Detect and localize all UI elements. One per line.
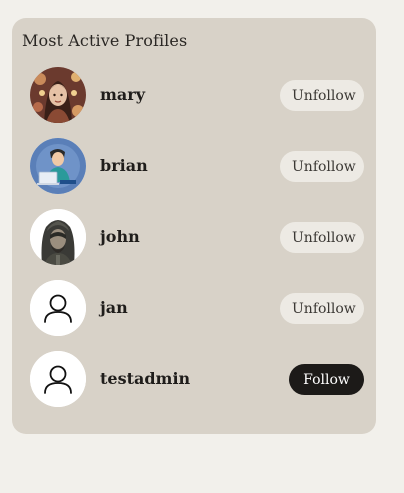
- profile-username[interactable]: brian: [100, 156, 148, 175]
- hooded-man-avatar[interactable]: [30, 209, 86, 265]
- profile-username[interactable]: john: [100, 227, 140, 246]
- profile-username[interactable]: jan: [100, 298, 128, 317]
- profile-row-jan: jan Unfollow: [30, 280, 364, 336]
- person-at-laptop-avatar[interactable]: [30, 138, 86, 194]
- profile-username[interactable]: testadmin: [100, 369, 190, 388]
- profile-row-testadmin: testadmin Follow: [30, 351, 364, 407]
- portrait-woman-avatar[interactable]: [30, 67, 86, 123]
- unfollow-button[interactable]: Unfollow: [280, 222, 364, 253]
- most-active-profiles-panel: Most Active Profiles mary Unfollow brian…: [12, 18, 376, 434]
- profile-row-brian: brian Unfollow: [30, 138, 364, 194]
- default-user-icon[interactable]: [30, 280, 86, 336]
- unfollow-button[interactable]: Unfollow: [280, 293, 364, 324]
- profile-row-john: john Unfollow: [30, 209, 364, 265]
- panel-title: Most Active Profiles: [22, 31, 188, 50]
- default-user-icon[interactable]: [30, 351, 86, 407]
- profile-row-mary: mary Unfollow: [30, 67, 364, 123]
- unfollow-button[interactable]: Unfollow: [280, 80, 364, 111]
- profile-username[interactable]: mary: [100, 85, 145, 104]
- follow-button[interactable]: Follow: [289, 364, 364, 395]
- unfollow-button[interactable]: Unfollow: [280, 151, 364, 182]
